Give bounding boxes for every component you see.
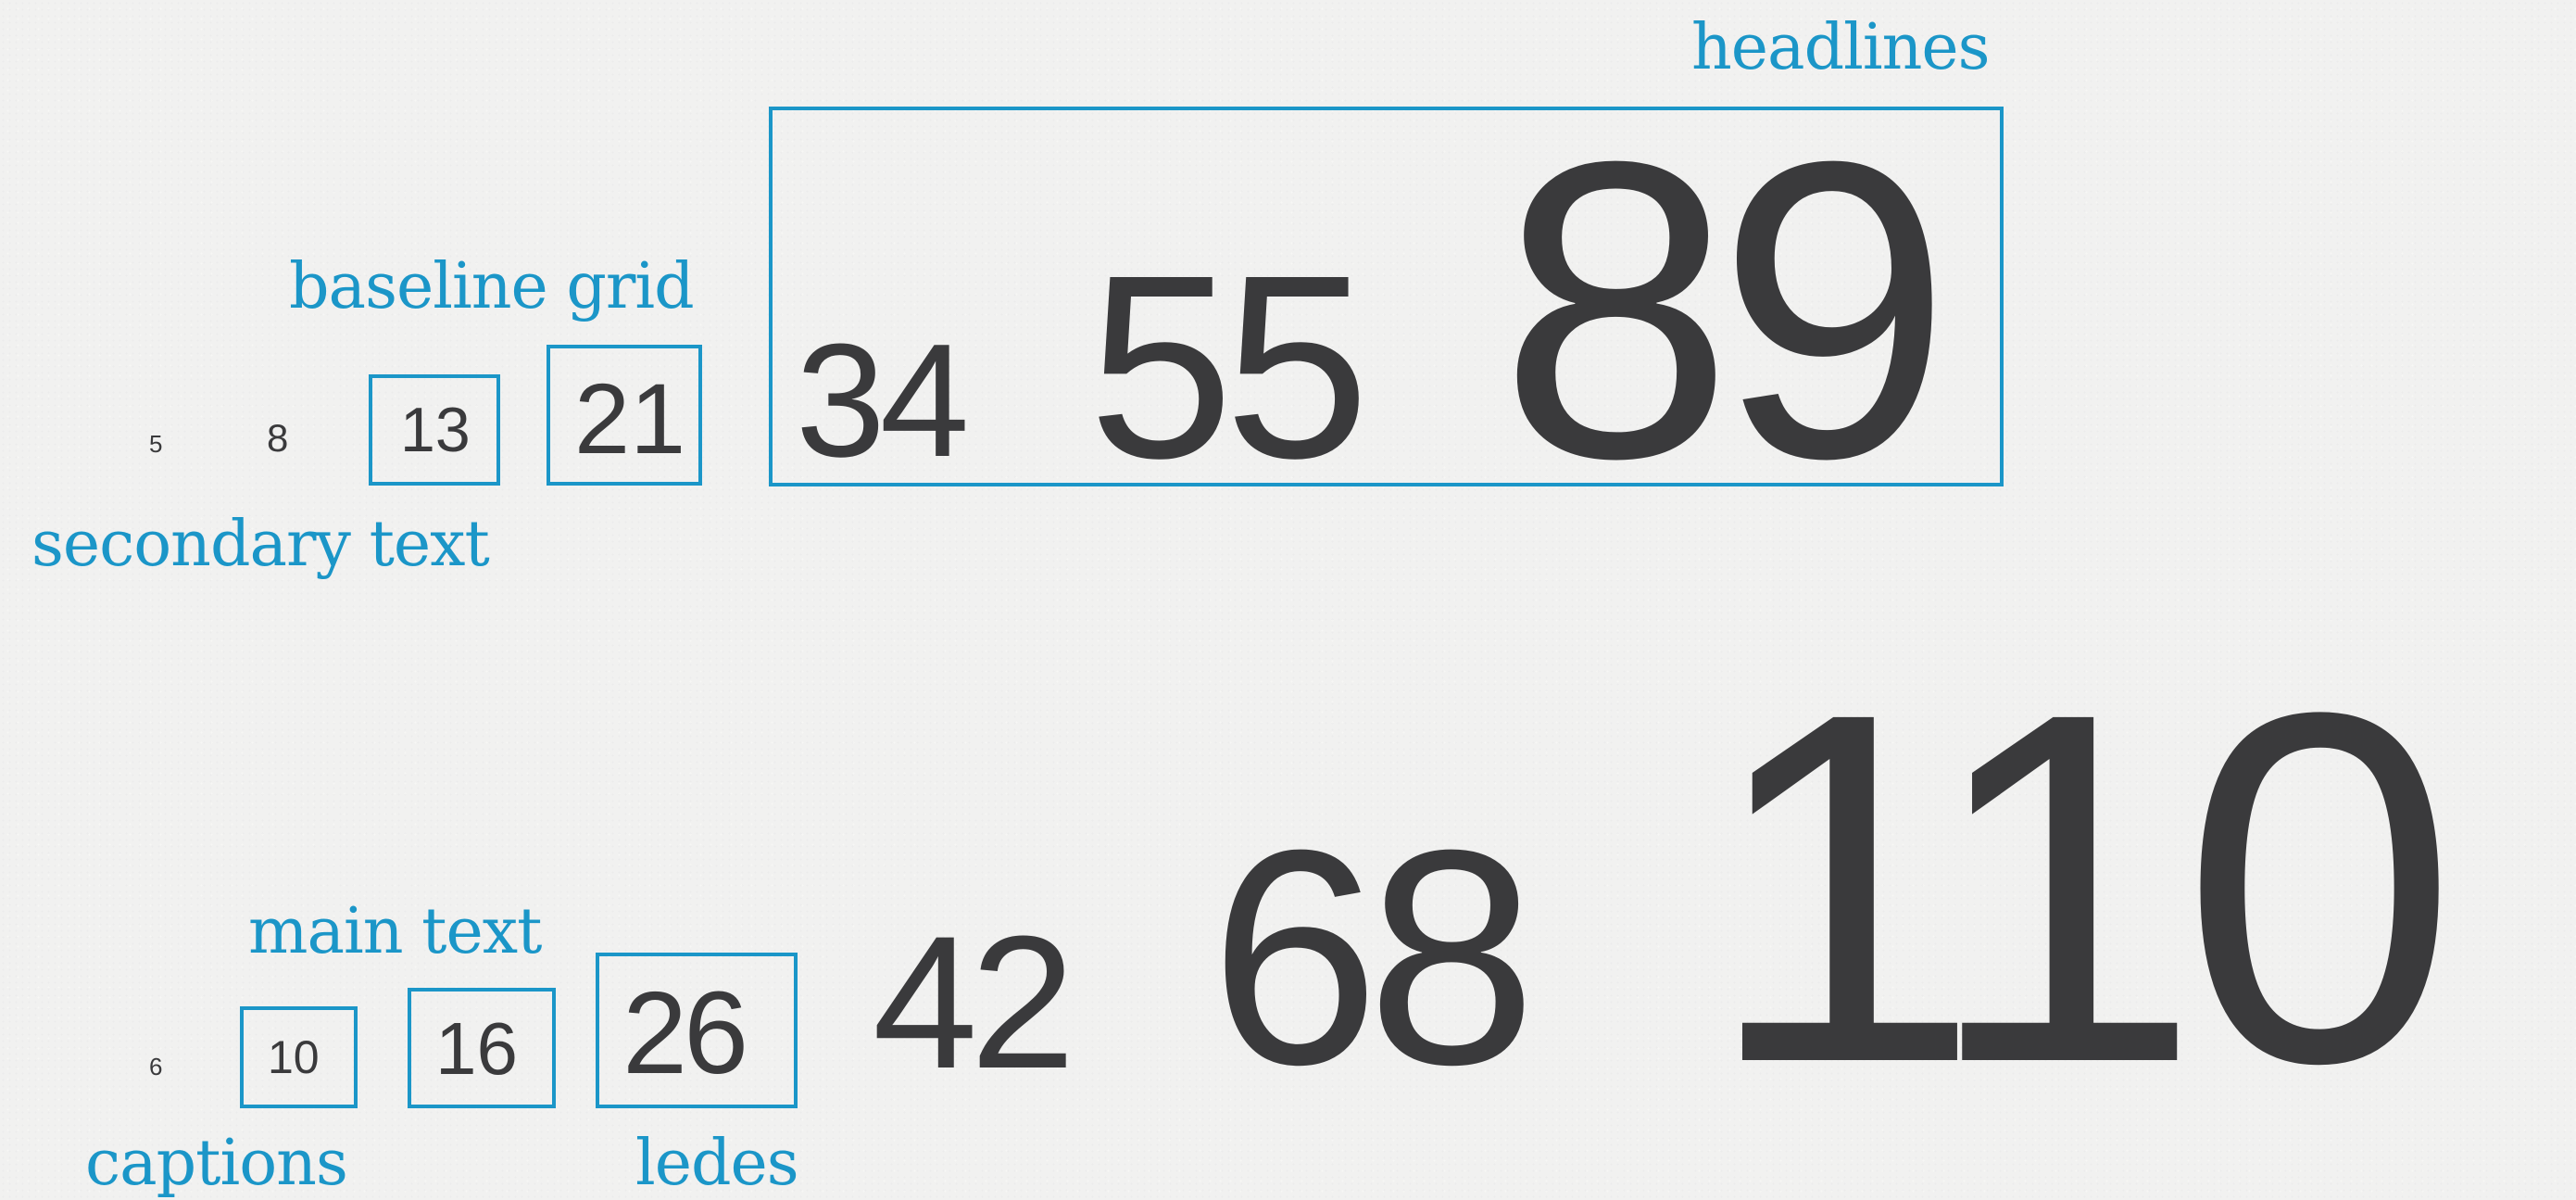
captions-label: captions (85, 1127, 348, 1200)
number-10: 10 (268, 1031, 320, 1083)
number-16: 16 (435, 1007, 518, 1090)
number-8: 8 (267, 416, 289, 460)
number-68: 68 (1210, 786, 1537, 1128)
number-21: 21 (574, 362, 686, 474)
number-26: 26 (622, 967, 748, 1098)
number-6: 6 (149, 1053, 163, 1080)
headlines-label: headlines (1691, 11, 1991, 84)
number-5: 5 (149, 430, 163, 458)
number-42: 42 (873, 897, 1075, 1108)
number-34: 34 (796, 309, 970, 490)
number-89: 89 (1499, 73, 1952, 546)
main-text-label: main text (248, 895, 542, 968)
ledes-label: ledes (635, 1127, 799, 1200)
baseline-grid-label: baseline grid (289, 250, 695, 323)
number-13: 13 (400, 395, 471, 465)
number-110: 110 (1704, 610, 2458, 1167)
secondary-text-label: secondary text (31, 508, 490, 581)
number-55: 55 (1088, 221, 1370, 512)
